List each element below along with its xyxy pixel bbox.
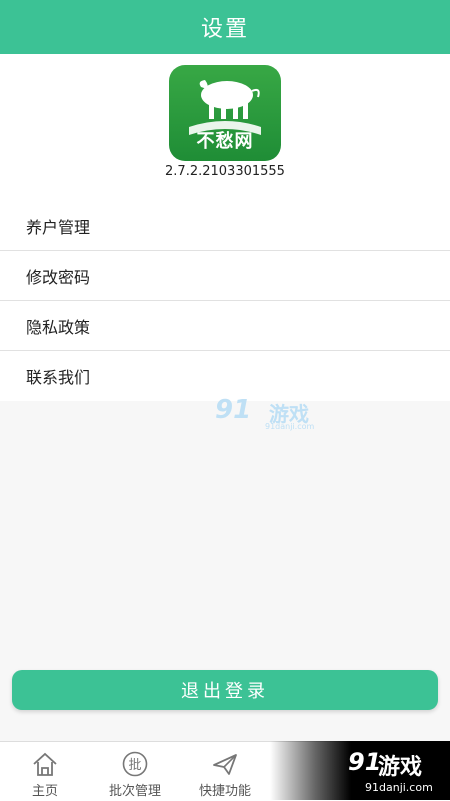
logout-button[interactable]: 退出登录 <box>12 670 438 710</box>
watermark-site: 91danji.com <box>265 422 315 431</box>
batch-icon: 批 <box>122 751 148 777</box>
menu-item-label: 养户管理 <box>26 217 91 237</box>
home-icon <box>33 752 57 776</box>
watermark-corner: 91 游戏 91danji.com <box>270 741 450 800</box>
settings-menu: 养户管理 修改密码 隐私政策 联系我们 <box>0 201 450 401</box>
tab-home[interactable]: 主页 <box>0 742 90 801</box>
tab-quick-functions[interactable]: 快捷功能 <box>180 742 270 801</box>
tab-label: 主页 <box>31 784 58 799</box>
menu-item-label: 隐私政策 <box>26 317 91 337</box>
app-logo: 不愁网 <box>169 65 281 161</box>
batch-icon-glyph: 批 <box>128 758 141 773</box>
menu-item-contact-us[interactable]: 联系我们 <box>0 351 450 401</box>
logout-label: 退出登录 <box>181 681 269 702</box>
menu-item-privacy-policy[interactable]: 隐私政策 <box>0 301 450 351</box>
app-version: 2.7.2.2103301555 <box>165 164 285 179</box>
watermark-number: 91 <box>215 395 252 425</box>
watermark-brand: 游戏 <box>378 755 423 780</box>
tab-label: 快捷功能 <box>198 784 251 799</box>
about-section: 不愁网 2.7.2.2103301555 <box>0 54 450 201</box>
watermark-number: 91 <box>348 748 382 776</box>
menu-item-label: 修改密码 <box>26 267 91 287</box>
watermark-site: 91danji.com <box>365 781 433 794</box>
page-title: 设置 <box>200 17 249 42</box>
tab-batch-management[interactable]: 批 批次管理 <box>90 742 180 801</box>
menu-item-change-password[interactable]: 修改密码 <box>0 251 450 301</box>
tab-label: 批次管理 <box>108 784 161 799</box>
paper-plane-icon <box>213 754 237 775</box>
menu-item-farmer-management[interactable]: 养户管理 <box>0 201 450 251</box>
menu-item-label: 联系我们 <box>26 368 91 387</box>
watermark-center: 91 游戏 91danji.com <box>215 395 315 435</box>
logo-text: 不愁网 <box>196 131 254 152</box>
app-header: 设置 <box>0 0 450 54</box>
